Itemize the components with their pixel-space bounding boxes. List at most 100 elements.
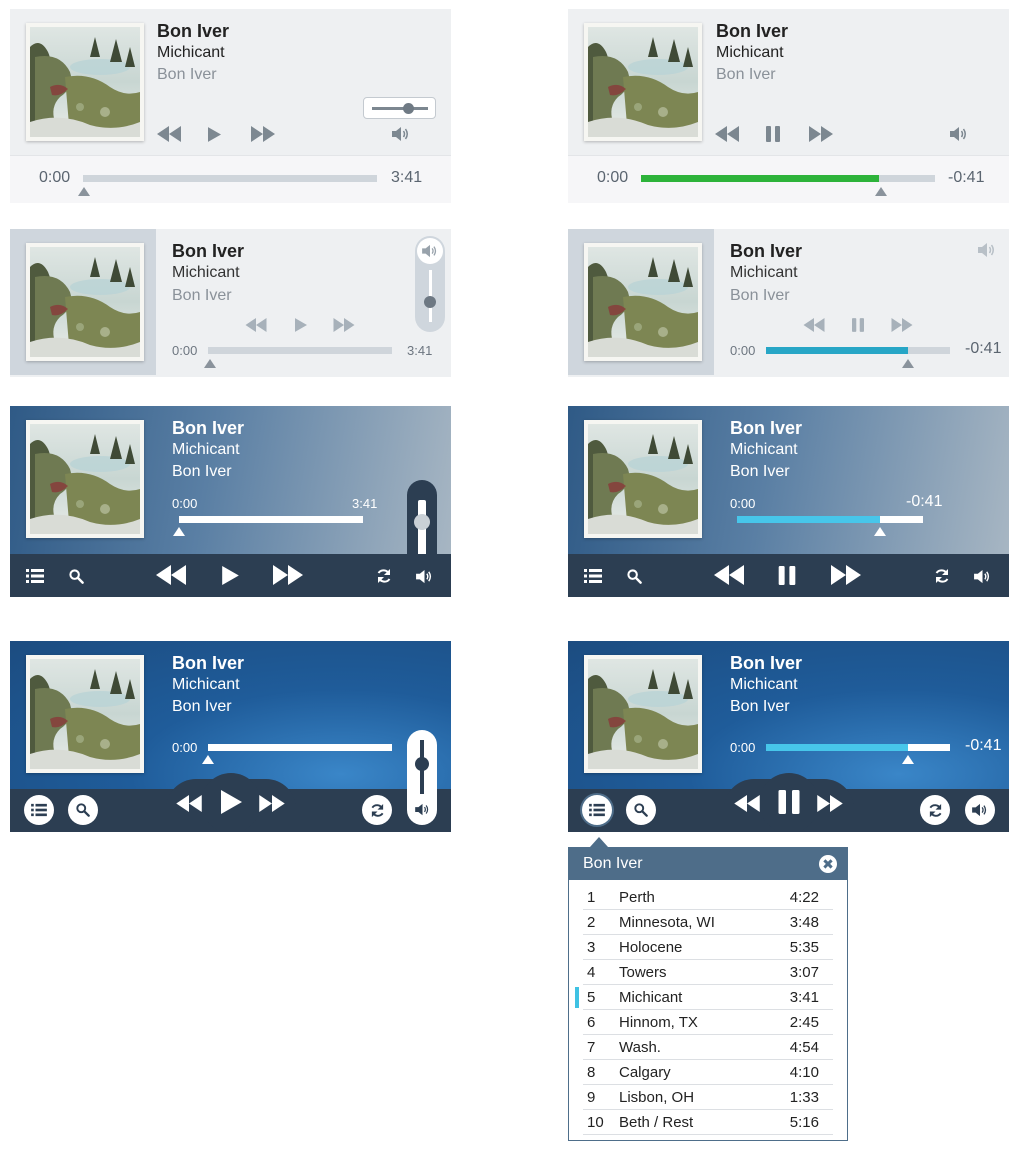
play-button[interactable] (294, 317, 308, 333)
track-duration: 4:22 (789, 889, 819, 906)
pause-button[interactable] (765, 125, 781, 143)
volume-knob[interactable] (415, 757, 429, 771)
progress-thumb[interactable] (874, 527, 886, 536)
playlist-button[interactable] (582, 566, 604, 586)
fast-forward-button[interactable] (272, 564, 304, 586)
progress-track[interactable] (737, 516, 923, 523)
album-name: Bon Iver (172, 698, 232, 715)
fast-forward-icon (831, 565, 861, 585)
playlist-item[interactable]: 8 Calgary 4:10 (583, 1060, 833, 1085)
progress-track[interactable] (766, 744, 950, 751)
play-button[interactable] (220, 564, 240, 586)
track-number: 2 (587, 914, 596, 931)
volume-button[interactable] (965, 795, 995, 825)
progress-thumb[interactable] (902, 359, 914, 368)
track-number: 3 (587, 939, 596, 956)
progress-track[interactable] (179, 516, 363, 523)
repeat-button[interactable] (933, 566, 951, 586)
fast-forward-button[interactable] (890, 317, 914, 333)
playlist-item[interactable]: 9 Lisbon, OH 1:33 (583, 1085, 833, 1110)
playlist-button[interactable] (24, 795, 54, 825)
volume-slider-knob[interactable] (403, 103, 414, 114)
playlist-item[interactable]: 10 Beth / Rest 5:16 (583, 1110, 833, 1135)
pause-button[interactable] (777, 564, 797, 586)
fast-forward-button[interactable] (332, 317, 356, 333)
volume-button[interactable] (391, 125, 411, 143)
search-button[interactable] (67, 566, 85, 586)
rewind-button[interactable] (155, 564, 187, 586)
volume-knob[interactable] (424, 296, 436, 308)
volume-slider-track[interactable] (372, 107, 428, 110)
rewind-button[interactable] (802, 317, 826, 333)
artist-name: Bon Iver (716, 21, 789, 41)
progress-thumb[interactable] (204, 359, 216, 368)
play-button[interactable] (219, 789, 243, 815)
progress-track[interactable] (208, 744, 392, 751)
volume-button[interactable] (972, 566, 992, 586)
song-title: Michicant (172, 264, 240, 281)
volume-button[interactable] (414, 566, 434, 586)
progress-track[interactable] (208, 347, 392, 354)
progress-track[interactable] (83, 175, 377, 182)
volume-vertical-slider[interactable] (407, 480, 437, 560)
fast-forward-button[interactable] (816, 793, 844, 813)
elapsed-time: 0:00 (172, 343, 198, 358)
progress-thumb[interactable] (202, 755, 214, 764)
fast-forward-button[interactable] (258, 793, 286, 813)
rewind-button[interactable] (713, 564, 745, 586)
track-number: 10 (587, 1114, 604, 1131)
playlist-item[interactable]: 4 Towers 3:07 (583, 960, 833, 985)
fast-forward-button[interactable] (830, 564, 862, 586)
volume-button[interactable] (977, 241, 997, 259)
close-button[interactable]: ✖ (819, 855, 837, 873)
repeat-button[interactable] (920, 795, 950, 825)
progress-track[interactable] (766, 347, 950, 354)
play-icon (222, 566, 239, 585)
repeat-button[interactable] (362, 795, 392, 825)
fast-forward-button[interactable] (250, 125, 276, 143)
repeat-button[interactable] (375, 566, 393, 586)
playlist-item[interactable]: 6 Hinnom, TX 2:45 (583, 1010, 833, 1035)
track-title: Calgary (619, 1064, 671, 1081)
volume-button[interactable] (414, 801, 430, 817)
progress-thumb[interactable] (173, 527, 185, 536)
playlist-item[interactable]: 1 Perth 4:22 (583, 885, 833, 910)
volume-knob[interactable] (414, 514, 430, 530)
volume-vertical-slider[interactable] (415, 236, 445, 332)
playlist-item[interactable]: 3 Holocene 5:35 (583, 935, 833, 960)
rewind-button[interactable] (244, 317, 268, 333)
fast-forward-button[interactable] (808, 125, 834, 143)
play-button[interactable] (206, 125, 222, 143)
fast-forward-icon (809, 126, 833, 142)
volume-track[interactable] (418, 500, 426, 560)
progress-thumb[interactable] (902, 755, 914, 764)
volume-icon (950, 126, 968, 142)
search-button[interactable] (68, 795, 98, 825)
elapsed-time: 0:00 (730, 496, 756, 511)
rewind-button[interactable] (156, 125, 182, 143)
pause-button[interactable] (851, 317, 865, 333)
progress-thumb[interactable] (78, 187, 90, 196)
volume-button[interactable] (417, 238, 443, 264)
search-button[interactable] (626, 795, 656, 825)
artist-name: Bon Iver (157, 21, 230, 41)
pause-button[interactable] (776, 789, 802, 815)
playlist-button[interactable] (582, 795, 612, 825)
playlist-item[interactable]: 2 Minnesota, WI 3:48 (583, 910, 833, 935)
playlist-item[interactable]: 7 Wash. 4:54 (583, 1035, 833, 1060)
progress-thumb[interactable] (875, 187, 887, 196)
progress-track[interactable] (641, 175, 935, 182)
rewind-button[interactable] (175, 793, 203, 813)
rewind-button[interactable] (714, 125, 740, 143)
track-number: 8 (587, 1064, 596, 1081)
playlist-item[interactable]: 5 Michicant 3:41 (575, 985, 833, 1010)
search-button[interactable] (625, 566, 643, 586)
volume-icon (416, 569, 433, 584)
volume-button[interactable] (949, 125, 969, 143)
volume-vertical-slider[interactable] (407, 730, 437, 825)
playlist-button[interactable] (24, 566, 46, 586)
album-art (584, 243, 702, 361)
rewind-icon (245, 318, 267, 332)
progress-fill (641, 175, 880, 182)
rewind-button[interactable] (733, 793, 761, 813)
